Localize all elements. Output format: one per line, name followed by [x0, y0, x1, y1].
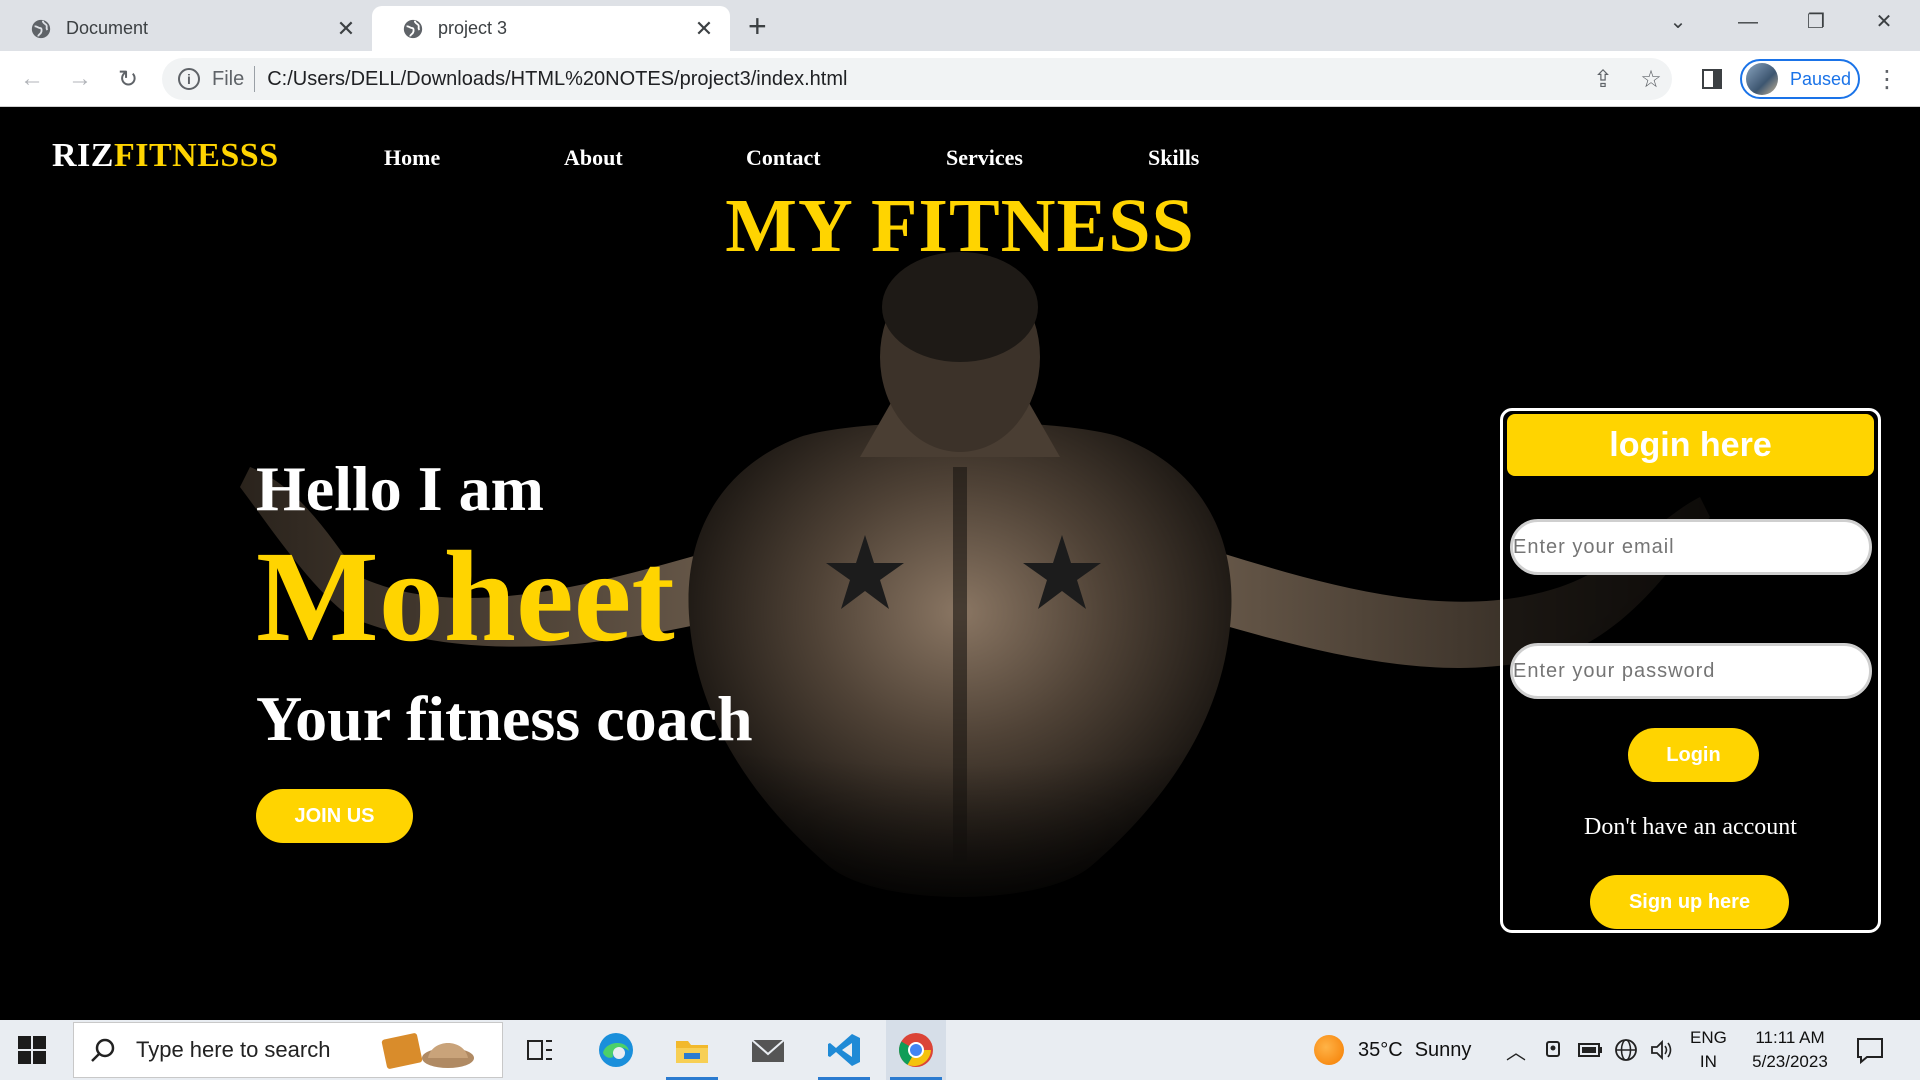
clock-time: 11:11 AM: [1755, 1028, 1825, 1047]
logo-text-accent: FITNESSS: [113, 137, 279, 174]
bookmark-star-icon[interactable]: ☆: [1636, 64, 1666, 94]
nav-link-contact[interactable]: Contact: [746, 145, 821, 171]
clock-date: 5/23/2023: [1752, 1052, 1828, 1071]
tab-strip: Document ✕ project 3 ✕ + ⌄ — ❐ ✕: [0, 0, 1920, 51]
volume-icon[interactable]: [1650, 1020, 1674, 1080]
language-code: ENG: [1690, 1028, 1727, 1047]
minimize-button[interactable]: —: [1728, 8, 1768, 36]
tab-search-chevron-icon[interactable]: ⌄: [1658, 8, 1698, 36]
taskbar-search-input[interactable]: Type here to search: [73, 1022, 503, 1078]
url-scheme: File: [212, 67, 245, 90]
divider: [254, 66, 256, 92]
taskbar: Type here to search 35°C Sunny ︿ ENG IN …: [0, 1020, 1920, 1080]
share-icon[interactable]: ⇪: [1588, 64, 1618, 94]
show-hidden-icons-chevron-icon[interactable]: ︿: [1506, 1020, 1526, 1080]
login-heading: login here: [1507, 414, 1874, 476]
close-tab-icon[interactable]: ✕: [692, 16, 716, 42]
email-field[interactable]: Enter your email: [1510, 519, 1872, 575]
globe-icon: [31, 19, 51, 38]
globe-icon: [403, 19, 423, 38]
menu-kebab-icon[interactable]: ⋮: [1872, 64, 1902, 94]
windows-start-icon[interactable]: [18, 1036, 46, 1064]
info-icon[interactable]: i: [178, 68, 200, 90]
task-view-icon[interactable]: [510, 1020, 570, 1080]
input-language-indicator[interactable]: ENG IN: [1690, 1026, 1727, 1074]
side-panel-icon[interactable]: [1697, 64, 1727, 94]
search-icon: [91, 1038, 115, 1062]
address-bar[interactable]: i File C:/Users/DELL/Downloads/HTML%20NO…: [162, 58, 1672, 100]
file-explorer-icon[interactable]: [662, 1020, 722, 1080]
tab-title: Document: [66, 18, 149, 38]
chrome-icon[interactable]: [886, 1020, 946, 1080]
page-title: MY FITNESS: [725, 184, 1195, 268]
notification-center-icon[interactable]: [1855, 1035, 1885, 1065]
region-code: IN: [1699, 1052, 1717, 1071]
login-form: login here Enter your email Enter your p…: [1500, 408, 1881, 933]
edge-browser-icon[interactable]: [586, 1020, 646, 1080]
network-globe-icon[interactable]: [1614, 1020, 1638, 1080]
system-clock[interactable]: 11:11 AM 5/23/2023: [1740, 1026, 1840, 1074]
hero-name: Moheet: [256, 525, 675, 669]
search-placeholder: Type here to search: [136, 1037, 331, 1062]
weather-sun-icon: [1314, 1035, 1344, 1065]
nav-link-services[interactable]: Services: [946, 145, 1023, 171]
side-panel-glyph: [1702, 69, 1722, 89]
hero-greeting: Hello I am: [256, 453, 544, 524]
restore-button[interactable]: ❐: [1796, 8, 1836, 36]
tab-project-3[interactable]: project 3 ✕: [372, 6, 730, 51]
weather-temp: 35°C: [1358, 1038, 1403, 1061]
no-account-text: Don't have an account: [1584, 814, 1797, 840]
close-tab-icon[interactable]: ✕: [334, 16, 358, 42]
vscode-icon[interactable]: [814, 1020, 874, 1080]
tab-document[interactable]: Document ✕: [0, 6, 372, 51]
nav-link-skills[interactable]: Skills: [1148, 145, 1199, 171]
logo-text-primary: RIZ: [52, 137, 114, 174]
tab-title: project 3: [438, 18, 508, 38]
weather-condition: Sunny: [1414, 1038, 1472, 1061]
hero-tagline: Your fitness coach: [256, 683, 753, 754]
nav-link-home[interactable]: Home: [384, 145, 440, 171]
profile-button[interactable]: Paused: [1740, 59, 1860, 99]
reload-icon[interactable]: ↻: [112, 63, 144, 95]
signup-button[interactable]: Sign up here: [1590, 875, 1789, 929]
new-tab-button[interactable]: +: [748, 10, 767, 42]
meet-now-icon[interactable]: [1544, 1020, 1564, 1080]
mail-icon[interactable]: [738, 1020, 798, 1080]
profile-status: Paused: [1790, 68, 1852, 89]
site-logo[interactable]: RIZFITNESSS: [52, 137, 279, 175]
nav-link-about[interactable]: About: [564, 145, 623, 171]
battery-icon[interactable]: [1578, 1020, 1604, 1080]
toolbar: ← → ↻ i File C:/Users/DELL/Downloads/HTM…: [0, 51, 1920, 107]
password-field[interactable]: Enter your password: [1510, 643, 1872, 699]
url-text: C:/Users/DELL/Downloads/HTML%20NOTES/pro…: [267, 67, 848, 90]
avatar: [1746, 63, 1778, 95]
join-us-button[interactable]: JOIN US: [256, 789, 413, 843]
page-viewport: RIZFITNESSS Home About Contact Services …: [0, 107, 1920, 1020]
weather-widget[interactable]: 35°C Sunny: [1314, 1020, 1471, 1080]
close-window-button[interactable]: ✕: [1864, 8, 1904, 36]
login-button[interactable]: Login: [1628, 728, 1759, 782]
forward-arrow-icon[interactable]: →: [64, 63, 96, 95]
back-arrow-icon[interactable]: ←: [16, 63, 48, 95]
search-highlight-illustration-icon: [382, 1033, 475, 1069]
